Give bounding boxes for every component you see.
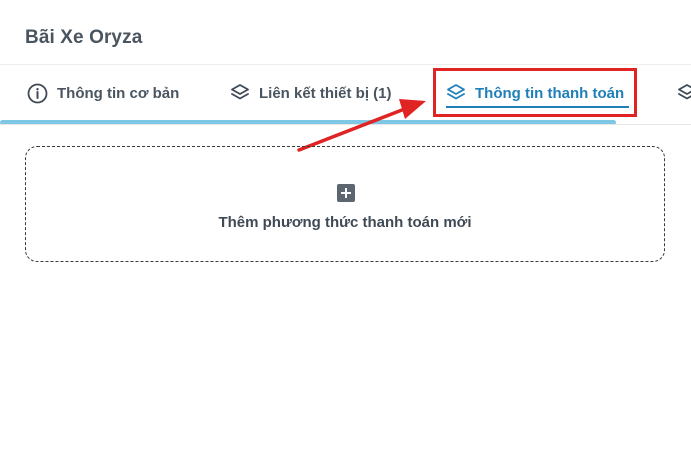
add-payment-method-card[interactable]: Thêm phương thức thanh toán mới: [25, 146, 665, 262]
add-payment-method-label: Thêm phương thức thanh toán mới: [218, 214, 472, 231]
plus-square-icon: [337, 184, 355, 202]
